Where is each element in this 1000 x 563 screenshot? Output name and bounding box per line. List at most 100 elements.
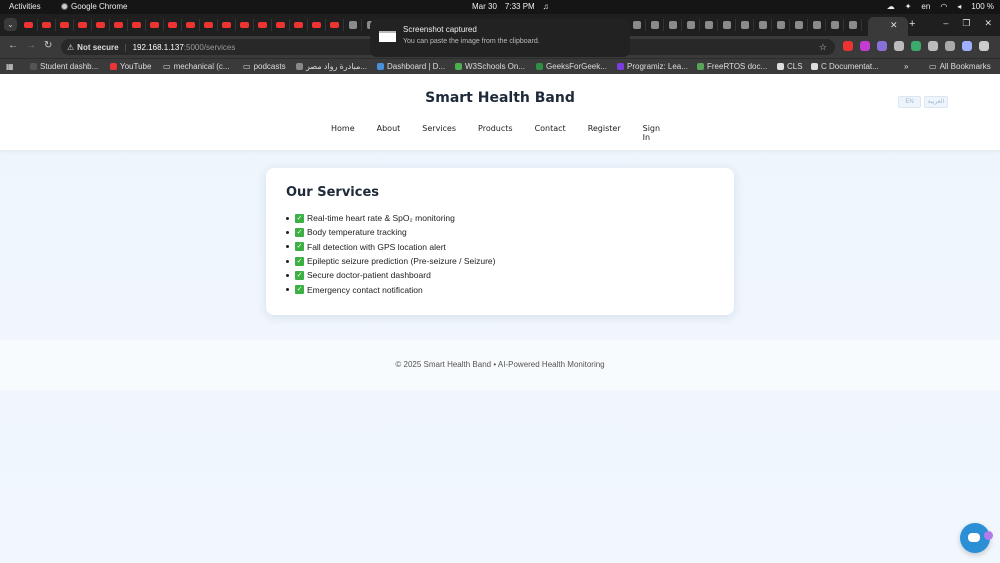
browser-tab[interactable] [290,19,308,31]
site-icon [668,21,677,29]
extensions-puzzle-icon[interactable] [928,41,938,51]
bookmark-item[interactable]: FreeRTOS doc... [697,62,767,71]
lang-english-button[interactable]: EN [898,96,921,108]
warning-icon[interactable]: ⚠ [67,43,74,52]
nav-contact[interactable]: Contact [524,121,577,145]
browser-tab[interactable] [218,19,236,31]
browser-tab[interactable] [128,19,146,31]
not-secure-label[interactable]: Not secure [77,43,118,52]
profile-avatar[interactable] [962,41,972,51]
youtube-icon [222,22,231,28]
browser-tab[interactable] [254,19,272,31]
tab-search-button[interactable]: ⌄ [4,18,17,31]
menu-kebab-icon[interactable] [979,41,989,51]
app-menu[interactable]: Google Chrome [61,2,127,11]
browser-tab[interactable] [92,19,110,31]
browser-tab[interactable] [826,19,844,31]
bookmark-item[interactable]: C Documentat... [811,62,879,71]
apps-grid-icon[interactable]: ▦ [6,62,14,71]
site-header: Smart Health Band Home About Services Pr… [0,74,1000,150]
browser-tab[interactable] [772,19,790,31]
bookmark-item[interactable]: GeeksForGeek... [536,62,607,71]
browser-tab[interactable] [110,19,128,31]
site-icon [740,21,749,29]
nav-about[interactable]: About [366,121,412,145]
browser-tab[interactable] [74,19,92,31]
extension-icon[interactable] [843,41,853,51]
browser-tab[interactable] [844,19,862,31]
bookmark-item[interactable]: W3Schools On... [455,62,525,71]
extension-icon[interactable] [860,41,870,51]
browser-tab[interactable] [344,19,362,31]
browser-tab[interactable] [20,19,38,31]
browser-tab[interactable] [718,19,736,31]
back-icon[interactable]: ← [8,40,18,51]
wifi-icon: ◠ [940,2,948,11]
maximize-icon[interactable]: ❐ [962,18,970,29]
bookmark-item[interactable]: Student dashb... [30,62,98,71]
bookmark-folder[interactable]: ▭ mechanical (c... [163,62,230,71]
browser-tab[interactable] [38,19,56,31]
system-tray[interactable]: ☁ ✦ en ◠ ◂ 100 % [887,2,994,11]
new-tab-button[interactable]: + [909,18,915,30]
browser-tab[interactable] [700,19,718,31]
extension-icon[interactable] [894,41,904,51]
service-text: Real-time heart rate & SpO₂ monitoring [307,213,455,224]
bookmark-item[interactable]: Dashboard | D... [377,62,445,71]
browser-tab[interactable] [182,19,200,31]
browser-tab[interactable] [200,19,218,31]
forward-icon[interactable]: → [26,40,36,51]
nav-services[interactable]: Services [411,121,467,145]
nav-products[interactable]: Products [467,121,524,145]
browser-tab[interactable] [272,19,290,31]
extension-overlay-icon[interactable] [984,531,993,540]
site-brand[interactable]: Smart Health Band [0,90,1000,106]
browser-tab[interactable] [164,19,182,31]
browser-tab[interactable] [146,19,164,31]
browser-tab[interactable] [682,19,700,31]
bookmark-star-icon[interactable]: ☆ [819,42,827,53]
bookmarks-overflow-icon[interactable]: » [904,62,908,71]
bookmark-folder[interactable]: ▭ podcasts [243,62,286,71]
browser-tab[interactable] [308,19,326,31]
activities-button[interactable]: Activities [9,2,41,11]
close-window-icon[interactable]: ✕ [984,18,992,29]
bookmark-item[interactable]: مبادرة رواد مصر... [296,62,367,71]
active-tab[interactable]: ✕ [868,17,908,36]
browser-tab[interactable] [664,19,682,31]
bookmark-item[interactable]: YouTube [110,62,151,71]
services-card: Our Services ✓ Real-time heart rate & SpO… [266,168,734,315]
check-icon: ✓ [295,285,304,295]
media-icon[interactable] [945,41,955,51]
screenshot-notification[interactable]: Screenshot captured You can paste the im… [370,19,630,57]
bookmark-item[interactable]: CLS [777,62,803,71]
browser-tab[interactable] [808,19,826,31]
nav-sign-in[interactable]: Sign In [632,121,680,145]
browser-tab[interactable] [646,19,664,31]
chat-button[interactable] [960,523,993,553]
browser-tab[interactable] [326,19,344,31]
clock[interactable]: Mar 30 7:33 PM ♫ [472,2,549,11]
minimize-icon[interactable]: – [943,18,948,29]
browser-tab[interactable] [236,19,254,31]
lang-arabic-button[interactable]: العربية [924,96,948,108]
nav-register[interactable]: Register [577,121,632,145]
bookmark-item[interactable]: Programiz: Lea... [617,62,688,71]
browser-tab[interactable] [736,19,754,31]
extension-icon[interactable] [911,41,921,51]
browser-tab[interactable] [56,19,74,31]
extension-icon[interactable] [877,41,887,51]
reload-icon[interactable]: ↻ [44,40,52,51]
browser-tab[interactable] [628,19,646,31]
browser-tab[interactable] [754,19,772,31]
youtube-icon [330,22,339,28]
check-icon: ✓ [295,256,304,266]
all-bookmarks-folder[interactable]: ▭ All Bookmarks [929,62,991,71]
youtube-icon [78,22,87,28]
close-tab-icon[interactable]: ✕ [890,20,898,31]
youtube-icon [312,22,321,28]
browser-tab[interactable] [790,19,808,31]
bookmarks-bar: ▦ Student dashb... YouTube ▭ mechanical (… [0,58,1000,74]
site-icon [686,21,695,29]
nav-home[interactable]: Home [320,121,366,145]
